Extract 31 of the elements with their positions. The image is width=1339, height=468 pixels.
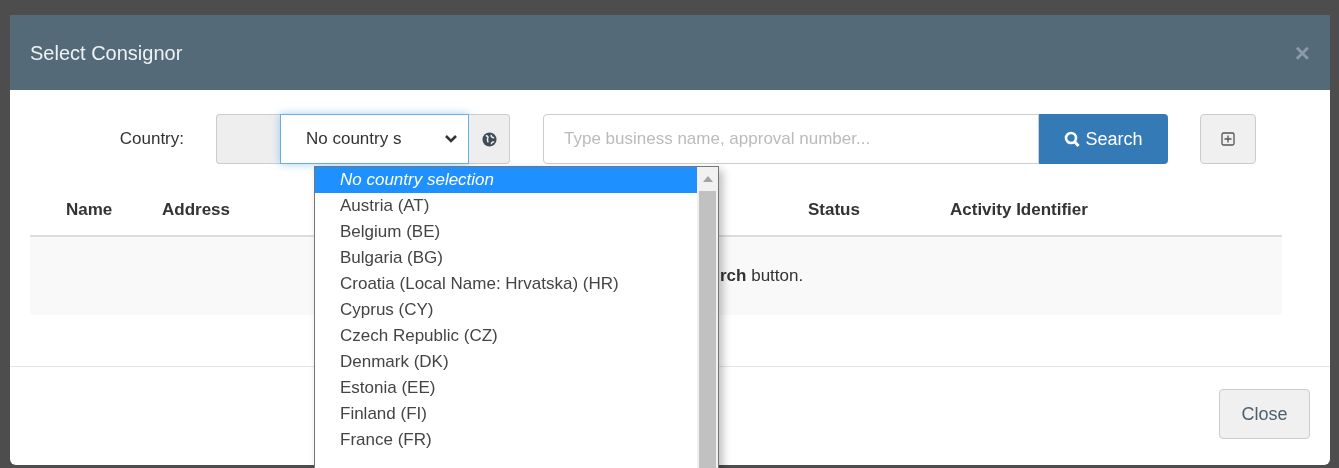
country-select[interactable]: No country s [280, 114, 469, 164]
column-header: Name [66, 199, 113, 219]
column-header: Address [162, 199, 231, 219]
close-button[interactable]: Close [1219, 389, 1310, 439]
scrollbar-thumb[interactable] [699, 191, 716, 468]
table-message: rch button. [720, 265, 804, 288]
scroll-up-icon[interactable] [702, 176, 713, 182]
globe-button[interactable] [469, 114, 510, 164]
dropdown-option[interactable]: Croatia (Local Name: Hrvatska) (HR) [315, 271, 697, 297]
dropdown-option[interactable]: Denmark (DK) [315, 349, 697, 375]
country-label: Country: [118, 128, 185, 151]
plus-square-icon [1221, 132, 1235, 146]
dropdown-option[interactable]: Finland (FI) [315, 401, 697, 427]
chevron-icon [444, 134, 458, 144]
dropdown-option[interactable]: France (FR) [315, 427, 697, 453]
dropdown-option[interactable]: Belgium (BE) [315, 219, 697, 245]
dropdown-option[interactable]: Austria (AT) [315, 193, 697, 219]
column-header: Status [808, 199, 860, 219]
search-button[interactable]: Search [1039, 114, 1168, 164]
dropdown-option[interactable]: Czech Republic (CZ) [315, 323, 697, 349]
input-addon [216, 114, 280, 164]
search-icon [1064, 130, 1081, 148]
search-field[interactable]: Type business name, approval number... [543, 114, 1039, 164]
dropdown-option[interactable]: Estonia (EE) [315, 375, 697, 401]
dropdown-option[interactable]: Bulgaria (BG) [315, 245, 697, 271]
dialog-title: Select Consignor [30, 40, 183, 66]
globe-icon [481, 131, 497, 147]
scrollbar[interactable] [697, 167, 718, 468]
dropdown-option[interactable]: Cyprus (CY) [315, 297, 697, 323]
column-header: Activity Identifier [950, 199, 1088, 219]
add-button[interactable] [1200, 114, 1256, 164]
